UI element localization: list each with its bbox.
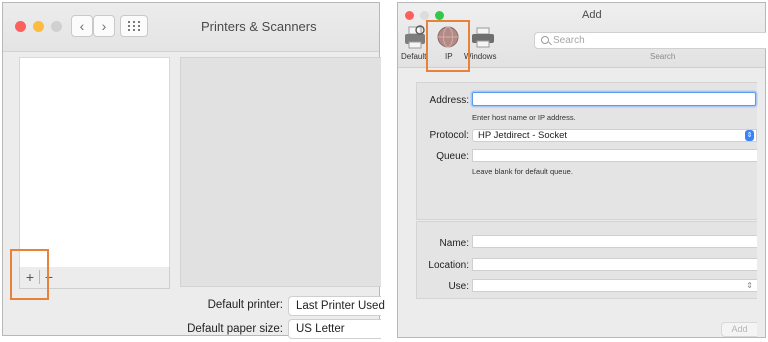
default-printer-icon[interactable]: [404, 25, 428, 51]
name-label: Name:: [439, 238, 469, 249]
use-select[interactable]: ⇕: [472, 279, 757, 292]
back-button[interactable]: ‹: [71, 15, 93, 37]
protocol-label: Protocol:: [429, 130, 469, 141]
queue-hint: Leave blank for default queue.: [472, 167, 573, 176]
ip-tool-highlight: [426, 20, 470, 72]
window-title: Printers & Scanners: [201, 19, 317, 34]
select-arrows-icon: ⇕: [745, 130, 754, 141]
name-field[interactable]: [472, 235, 757, 248]
address-field[interactable]: [472, 92, 756, 106]
search-input[interactable]: Search: [534, 32, 766, 49]
use-label: Use:: [448, 281, 469, 292]
zoom-window-button[interactable]: [51, 21, 62, 32]
close-window-button[interactable]: [15, 21, 26, 32]
queue-field[interactable]: [472, 149, 757, 162]
location-label: Location:: [428, 260, 469, 271]
default-tool-label[interactable]: Default: [401, 52, 426, 61]
add-button-highlight: [10, 249, 49, 300]
printer-detail-pane: [180, 57, 381, 287]
chevron-right-icon: ›: [101, 18, 107, 34]
minimize-window-button[interactable]: [420, 11, 429, 20]
window-title: Add: [582, 9, 602, 21]
default-paper-size-label: Default paper size:: [187, 323, 283, 335]
search-icon: [541, 36, 549, 44]
address-hint: Enter host name or IP address.: [472, 113, 576, 122]
windows-printer-icon[interactable]: [471, 27, 495, 49]
minimize-window-button[interactable]: [33, 21, 44, 32]
queue-label: Queue:: [436, 151, 469, 162]
window-toolbar: ‹ › Printers & Scanners: [3, 3, 379, 52]
select-arrows-icon: ⇕: [746, 281, 753, 290]
show-all-button[interactable]: [120, 15, 148, 37]
default-printer-label: Default printer:: [207, 299, 283, 311]
add-button[interactable]: Add: [721, 322, 757, 337]
address-label: Address:: [429, 95, 469, 106]
default-paper-size-popup[interactable]: US Letter: [288, 319, 381, 339]
search-caption: Search: [650, 52, 676, 61]
printers-scanners-window: ‹ › Printers & Scanners + − Default prin…: [2, 2, 385, 339]
printer-list[interactable]: [19, 57, 170, 269]
zoom-window-button[interactable]: [435, 11, 444, 20]
chevron-left-icon: ‹: [79, 18, 85, 34]
forward-button[interactable]: ›: [93, 15, 115, 37]
search-placeholder: Search: [553, 35, 585, 46]
default-printer-popup[interactable]: Last Printer Used: [288, 296, 385, 316]
grid-icon: [128, 21, 140, 31]
location-field[interactable]: [472, 258, 757, 271]
close-window-button[interactable]: [405, 11, 414, 20]
protocol-value: HP Jetdirect - Socket: [478, 130, 568, 141]
protocol-select[interactable]: HP Jetdirect - Socket ⇕: [472, 129, 757, 142]
